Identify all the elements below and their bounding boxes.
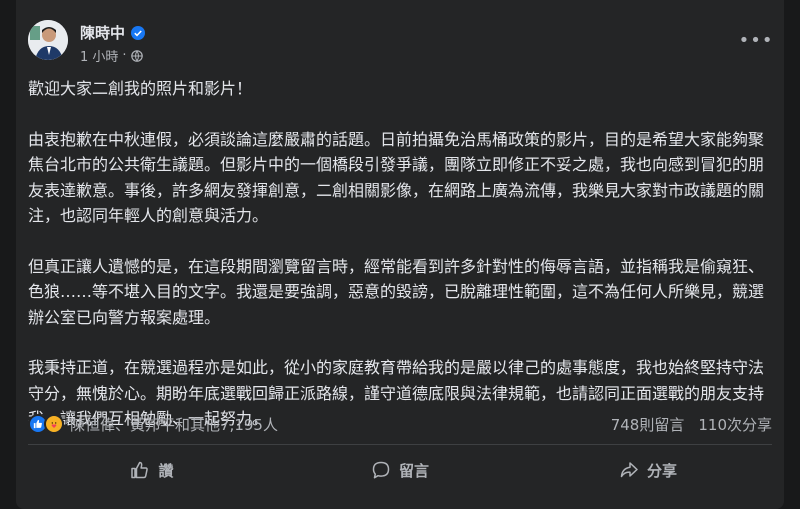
comment-label: 留言 xyxy=(398,461,429,480)
reaction-icons xyxy=(28,414,64,434)
post-header: 陳時中 1 小時 · ••• xyxy=(28,20,773,65)
thumbs-up-icon xyxy=(131,461,149,479)
post-paragraph-2: 由衷抱歉在中秋連假，必須談論這麼嚴肅的話題。日前拍攝免治馬桶政策的影片，目的是希… xyxy=(28,129,765,226)
post-timestamp[interactable]: 1 小時 xyxy=(80,46,118,65)
share-label: 分享 xyxy=(646,461,677,480)
avatar[interactable] xyxy=(28,20,68,60)
author-name[interactable]: 陳時中 xyxy=(80,22,125,43)
share-button[interactable]: 分享 xyxy=(524,452,772,488)
comment-count[interactable]: 748則留言 xyxy=(611,414,685,435)
engagement-counts: 748則留言 110次分享 xyxy=(611,414,772,435)
like-button[interactable]: 讚 xyxy=(28,452,276,488)
more-options-icon[interactable]: ••• xyxy=(739,24,773,56)
verified-badge-icon xyxy=(131,25,146,40)
post-paragraph-1: 歡迎大家二創我的照片和影片！ xyxy=(28,79,253,98)
share-count[interactable]: 110次分享 xyxy=(698,414,772,435)
post-card: 陳時中 1 小時 · ••• 歡迎大家二創我的照片和影片！ 由衷抱歉在中秋連假，… xyxy=(16,0,784,509)
reaction-stats: 陳恒偉、黃邦平和其他7,195人 748則留言 110次分享 xyxy=(28,410,772,438)
author-name-row: 陳時中 xyxy=(80,22,146,43)
dot-separator: · xyxy=(122,48,127,63)
reactions-summary[interactable]: 陳恒偉、黃邦平和其他7,195人 xyxy=(28,414,278,435)
divider xyxy=(28,444,772,445)
globe-icon xyxy=(130,49,143,62)
post-actions: 讚 留言 分享 xyxy=(28,448,772,492)
share-icon xyxy=(620,462,638,478)
comment-icon xyxy=(372,461,390,479)
reactors-text[interactable]: 陳恒偉、黃邦平和其他7,195人 xyxy=(70,414,278,435)
post-meta: 1 小時 · xyxy=(80,46,143,65)
post-body: 歡迎大家二創我的照片和影片！ 由衷抱歉在中秋連假，必須談論這麼嚴肅的話題。日前拍… xyxy=(28,76,768,457)
like-label: 讚 xyxy=(158,461,174,480)
post-paragraph-3: 但真正讓人遺憾的是，在這段期間瀏覽留言時，經常能看到許多針對性的侮辱言語，並指稱… xyxy=(28,256,765,327)
care-reaction-icon xyxy=(44,414,64,434)
comment-button[interactable]: 留言 xyxy=(276,452,524,488)
